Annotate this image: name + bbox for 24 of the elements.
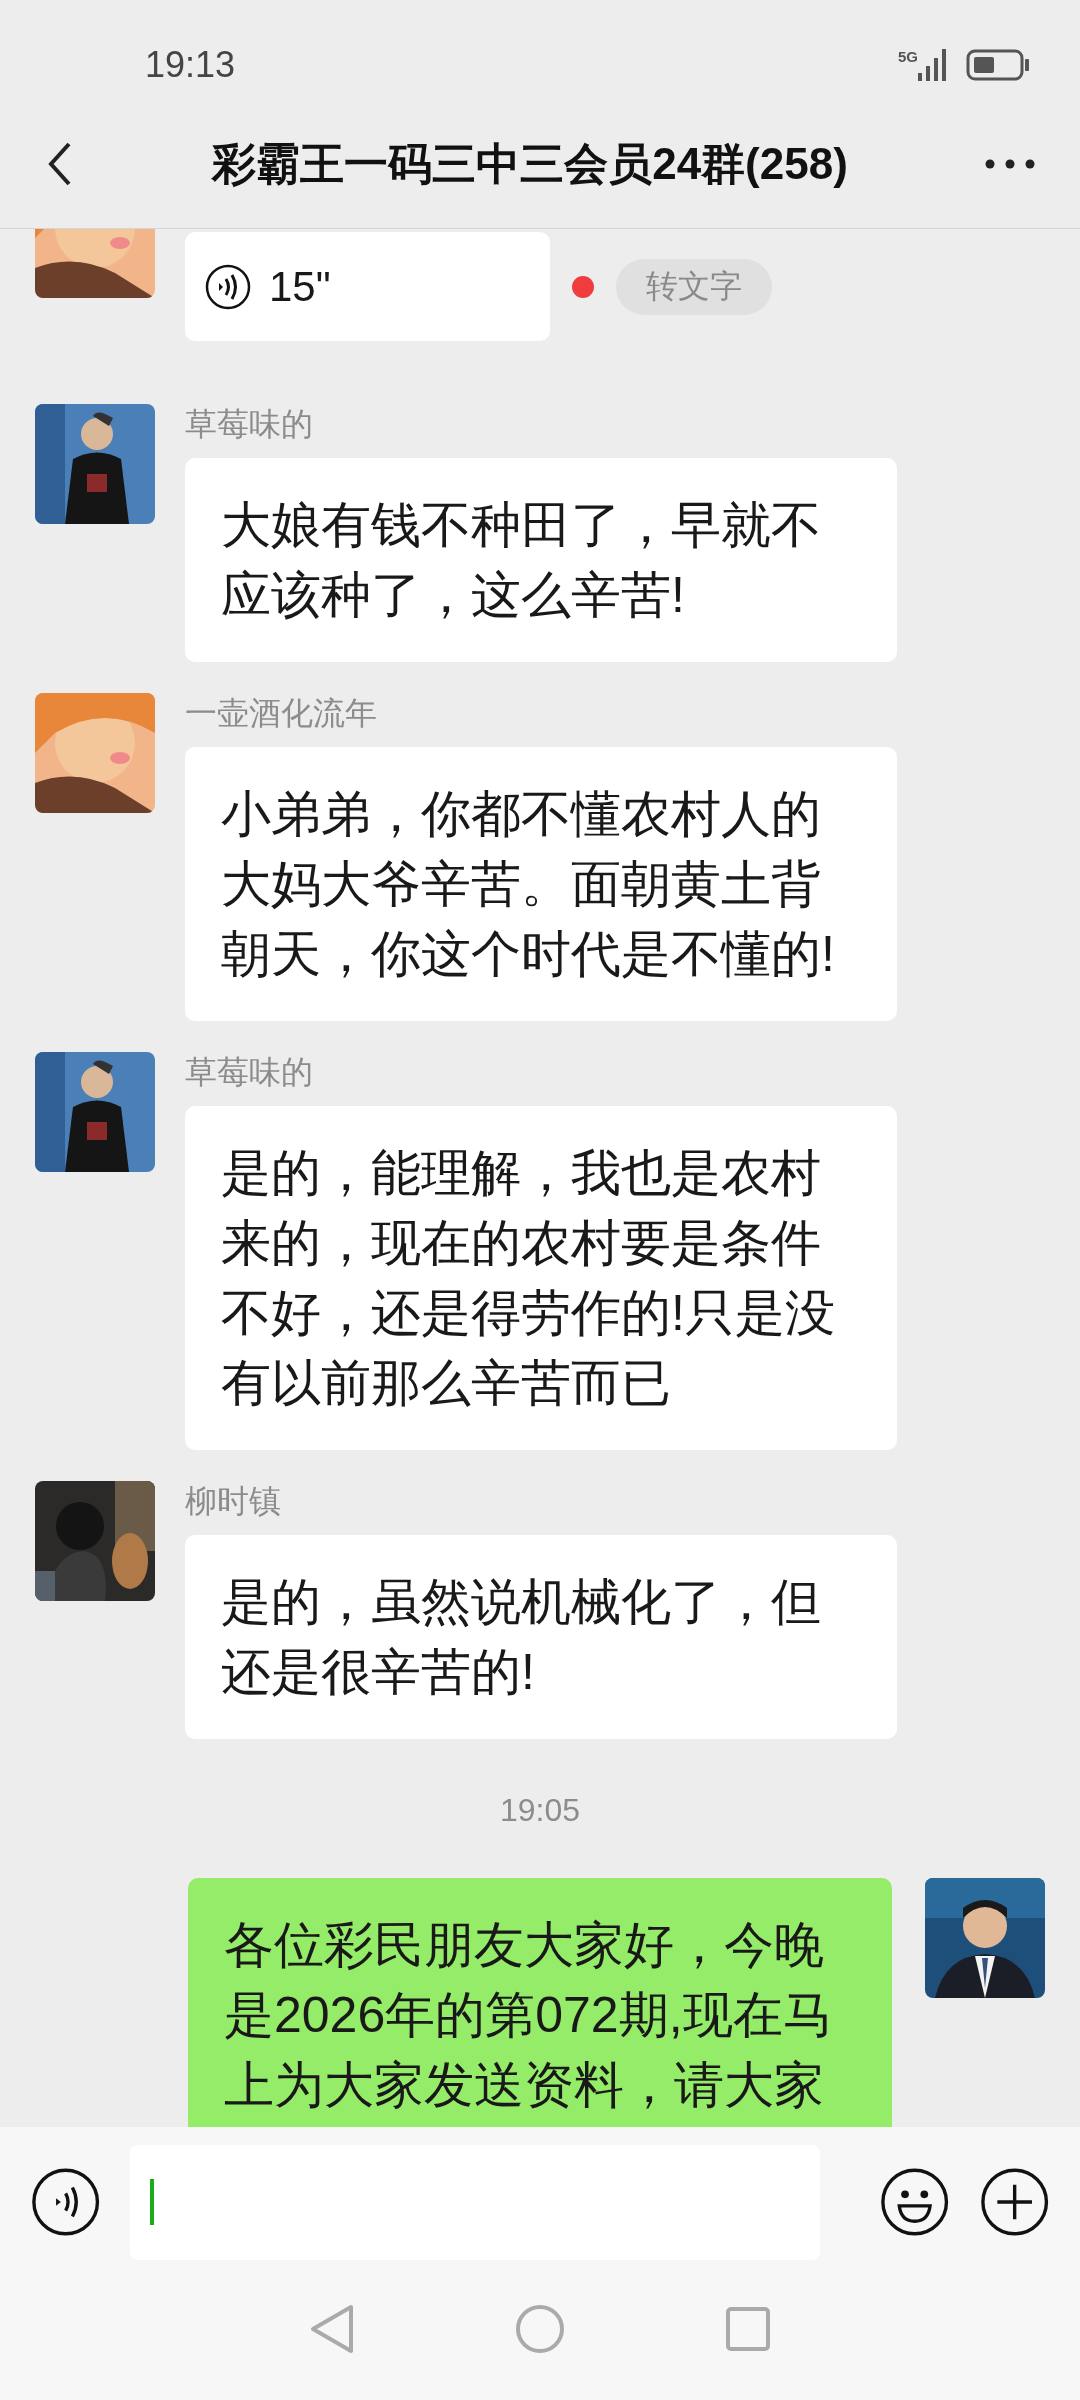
emoji-icon[interactable] bbox=[880, 2166, 950, 2238]
add-icon[interactable] bbox=[979, 2166, 1049, 2238]
message-bubble: 大娘有钱不种田了，早就不应该种了，这么辛苦! bbox=[185, 458, 897, 662]
chat-title: 彩霸王一码三中三会员24群(258) bbox=[210, 137, 849, 190]
message-bubble: 各位彩民朋友大家好，今晚是2026年的第072期,现在马上为大家发送资料，请大家 bbox=[188, 1878, 892, 2127]
network-type: 5G bbox=[898, 48, 918, 65]
message-bubble: 是的，虽然说机械化了，但还是很辛苦的! bbox=[185, 1535, 897, 1739]
voice-message-bubble[interactable]: 15" bbox=[185, 232, 550, 341]
timestamp: 19:05 bbox=[499, 1791, 581, 1830]
status-time: 19:13 bbox=[145, 44, 237, 86]
more-icon bbox=[985, 159, 1035, 169]
voice-input-icon[interactable] bbox=[31, 2166, 101, 2238]
signal-icon bbox=[918, 49, 948, 81]
voice-icon bbox=[205, 263, 251, 310]
sender-name: 柳时镇 bbox=[185, 1482, 281, 1521]
message-input-field[interactable] bbox=[130, 2144, 821, 2260]
back-icon bbox=[48, 142, 72, 186]
message-bubble: 小弟弟，你都不懂农村人的大妈大爷辛苦。面朝黄土背朝天，你这个时代是不懂的! bbox=[185, 747, 897, 1021]
sender-name: 一壶酒化流年 bbox=[185, 694, 377, 733]
battery-icon bbox=[966, 49, 1030, 81]
duration-text: 15" bbox=[269, 262, 331, 311]
sender-name: 草莓味的 bbox=[185, 1053, 313, 1092]
sender-name: 草莓味的 bbox=[185, 405, 313, 444]
message-bubble: 是的，能理解，我也是农村来的，现在的农村要是条件不好，还是得劳作的!只是没有以前那么辛苦而已 bbox=[185, 1106, 897, 1450]
